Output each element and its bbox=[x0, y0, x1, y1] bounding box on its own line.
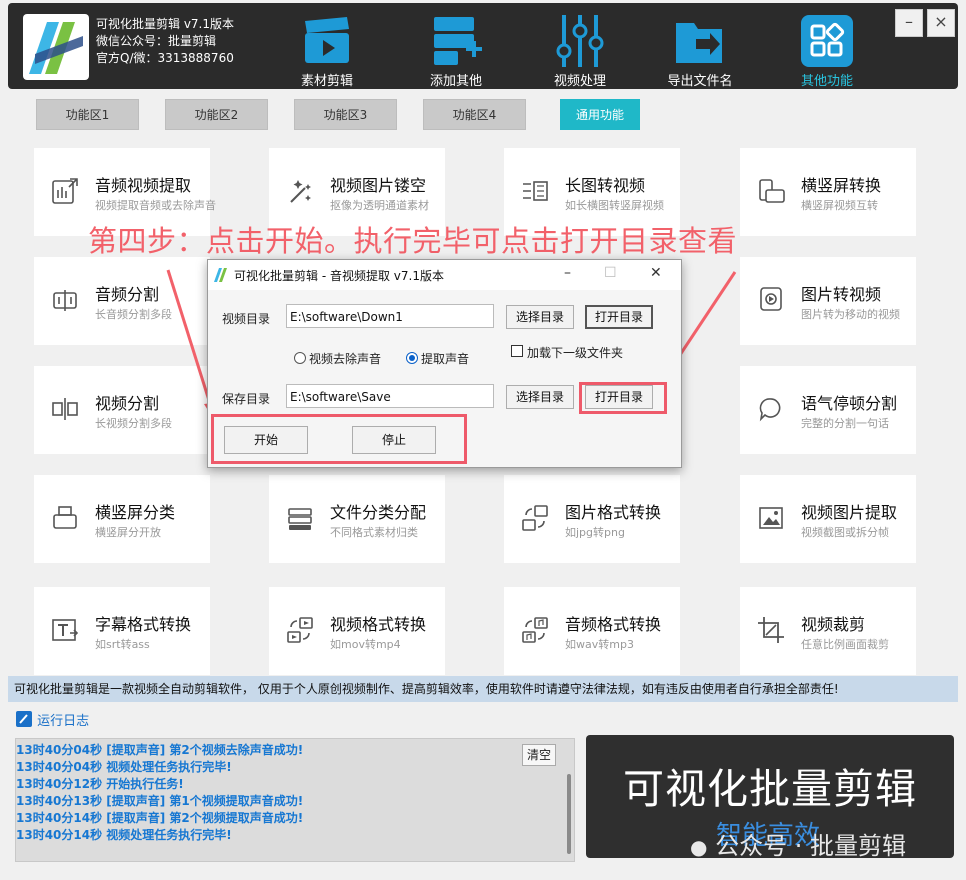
tab-function-area-4[interactable]: 功能区4 bbox=[423, 99, 526, 130]
nav-material-edit[interactable]: 素材剪辑 bbox=[277, 11, 377, 91]
radio-remove-audio-label: 视频去除声音 bbox=[309, 352, 382, 366]
dialog-minimize-button[interactable]: – bbox=[564, 265, 571, 281]
log-line: 13时40分14秒 [提取声音] 第2个视频提取声音成功! bbox=[16, 811, 304, 825]
app-logo bbox=[23, 14, 89, 80]
disclaimer-bar: 可视化批量剪辑是一款视频全自动剪辑软件， 仅用于个人原创视频制作、提高剪辑效率，… bbox=[8, 676, 958, 702]
nav-add-other[interactable]: 添加其他 bbox=[406, 11, 506, 91]
video-dir-input[interactable]: E:\software\Down1 bbox=[286, 304, 494, 328]
select-video-dir-button[interactable]: 选择目录 bbox=[506, 305, 574, 329]
card-video-frame-extract[interactable]: 视频图片提取 视频截图或拆分帧 bbox=[740, 475, 916, 563]
open-dir-highlight bbox=[579, 382, 667, 414]
wechat-icon: ● bbox=[690, 835, 708, 859]
radio-remove-audio[interactable] bbox=[294, 352, 306, 364]
video-split-icon bbox=[52, 398, 78, 420]
card-audio-format-convert[interactable]: 音频格式转换 如wav转mp3 bbox=[504, 587, 680, 675]
wechat-watermark: ● 公众号 · 批量剪辑 bbox=[690, 832, 906, 860]
tab-function-area-1[interactable]: 功能区1 bbox=[36, 99, 139, 130]
wechat-account: 微信公众号：批量剪辑 bbox=[96, 34, 217, 48]
add-server-icon bbox=[434, 17, 482, 65]
sliders-icon bbox=[556, 15, 604, 67]
folder-export-icon bbox=[676, 23, 722, 63]
save-dir-input[interactable]: E:\software\Save bbox=[286, 384, 494, 408]
brand-title: 可视化批量剪辑 bbox=[623, 765, 917, 813]
nav-export-filename[interactable]: 导出文件名 bbox=[650, 11, 750, 91]
close-button[interactable]: × bbox=[927, 9, 955, 37]
open-video-dir-button[interactable]: 打开目录 bbox=[585, 305, 653, 329]
magic-wand-icon bbox=[290, 180, 311, 203]
radio-extract-audio-label: 提取声音 bbox=[421, 352, 470, 366]
apps-grid-icon bbox=[801, 15, 853, 67]
speech-pause-icon bbox=[759, 398, 781, 422]
app-header: 可视化批量剪辑 v7.1版本 微信公众号：批量剪辑 官方Q/微：33138887… bbox=[8, 3, 958, 89]
log-scrollbar[interactable] bbox=[567, 774, 571, 854]
log-header: 运行日志 bbox=[15, 710, 89, 729]
log-line: 13时40分04秒 [提取声音] 第2个视频去除声音成功! bbox=[16, 743, 304, 757]
app-logo-small bbox=[214, 268, 227, 282]
card-video-split[interactable]: 视频分割 长视频分割多段 bbox=[34, 366, 210, 454]
clear-log-button[interactable]: 清空 bbox=[522, 744, 556, 766]
video-dir-label: 视频目录 bbox=[222, 312, 271, 326]
image-convert-icon bbox=[522, 505, 548, 531]
card-subtitle-format-convert[interactable]: 字幕格式转换 如srt转ass bbox=[34, 587, 210, 675]
card-file-sort[interactable]: 文件分类分配 不同格式素材归类 bbox=[269, 475, 445, 563]
nav-video-processing[interactable]: 视频处理 bbox=[530, 11, 630, 91]
card-image-to-video[interactable]: 图片转视频 图片转为移动的视频 bbox=[740, 257, 916, 345]
log-line: 13时40分12秒 开始执行任务! bbox=[16, 777, 184, 791]
subtitle-icon bbox=[52, 619, 79, 641]
load-subfolder-checkbox[interactable] bbox=[511, 345, 523, 357]
log-line: 13时40分14秒 视频处理任务执行完毕! bbox=[16, 828, 232, 842]
card-image-format-convert[interactable]: 图片格式转换 如jpg转png bbox=[504, 475, 680, 563]
long-image-icon bbox=[523, 181, 548, 201]
card-video-format-convert[interactable]: 视频格式转换 如mov转mp4 bbox=[269, 587, 445, 675]
card-orientation-convert[interactable]: 横竖屏转换 横竖屏视频互转 bbox=[740, 148, 916, 236]
log-icon bbox=[16, 711, 32, 727]
file-sort-icon bbox=[288, 508, 312, 530]
crop-icon bbox=[758, 617, 784, 643]
card-video-crop[interactable]: 视频裁剪 任意比例画面裁剪 bbox=[740, 587, 916, 675]
frame-extract-icon bbox=[759, 507, 783, 529]
card-orientation-sort[interactable]: 横竖屏分类 横竖屏分开放 bbox=[34, 475, 210, 563]
audio-split-icon bbox=[53, 290, 77, 311]
rotate-screen-icon bbox=[759, 179, 785, 203]
tab-function-area-2[interactable]: 功能区2 bbox=[165, 99, 268, 130]
dialog-maximize-button[interactable]: ☐ bbox=[604, 265, 617, 281]
app-title: 可视化批量剪辑 v7.1版本 bbox=[96, 17, 235, 31]
audio-extract-icon bbox=[52, 178, 78, 204]
minimize-button[interactable]: – bbox=[895, 9, 923, 37]
start-stop-highlight bbox=[211, 414, 467, 464]
app-info: 可视化批量剪辑 v7.1版本 微信公众号：批量剪辑 官方Q/微：33138887… bbox=[96, 16, 234, 67]
orientation-sort-icon bbox=[53, 506, 77, 529]
log-line: 13时40分13秒 [提取声音] 第1个视频提取声音成功! bbox=[16, 794, 304, 808]
step-annotation: 第四步：点击开始。执行完毕可点击打开目录查看 bbox=[88, 224, 738, 258]
log-line: 13时40分04秒 视频处理任务执行完毕! bbox=[16, 760, 232, 774]
clapperboard-icon bbox=[305, 17, 349, 63]
card-speech-pause-split[interactable]: 语气停顿分割 完整的分割一句话 bbox=[740, 366, 916, 454]
log-panel: 13时40分04秒 [提取声音] 第2个视频去除声音成功! 13时40分04秒 … bbox=[15, 738, 575, 862]
tab-function-area-3[interactable]: 功能区3 bbox=[294, 99, 397, 130]
dialog-titlebar: 可视化批量剪辑 - 音视频提取 v7.1版本 – ☐ ✕ bbox=[208, 260, 681, 290]
dialog-title: 可视化批量剪辑 - 音视频提取 v7.1版本 bbox=[234, 269, 444, 283]
save-dir-label: 保存目录 bbox=[222, 392, 271, 406]
radio-extract-audio[interactable] bbox=[406, 352, 418, 364]
tab-general-functions[interactable]: 通用功能 bbox=[560, 99, 640, 130]
log-title: 运行日志 bbox=[37, 714, 90, 729]
image-video-icon bbox=[760, 287, 782, 311]
nav-other-functions[interactable]: 其他功能 bbox=[777, 11, 877, 91]
video-convert-icon bbox=[287, 617, 313, 643]
dialog-close-button[interactable]: ✕ bbox=[650, 265, 662, 281]
load-subfolder-label: 加载下一级文件夹 bbox=[527, 346, 624, 360]
select-save-dir-button[interactable]: 选择目录 bbox=[506, 385, 574, 409]
card-audio-split[interactable]: 音频分割 长音频分割多段 bbox=[34, 257, 210, 345]
audio-convert-icon bbox=[522, 617, 548, 643]
official-contact: 官方Q/微：3313888760 bbox=[96, 51, 234, 65]
